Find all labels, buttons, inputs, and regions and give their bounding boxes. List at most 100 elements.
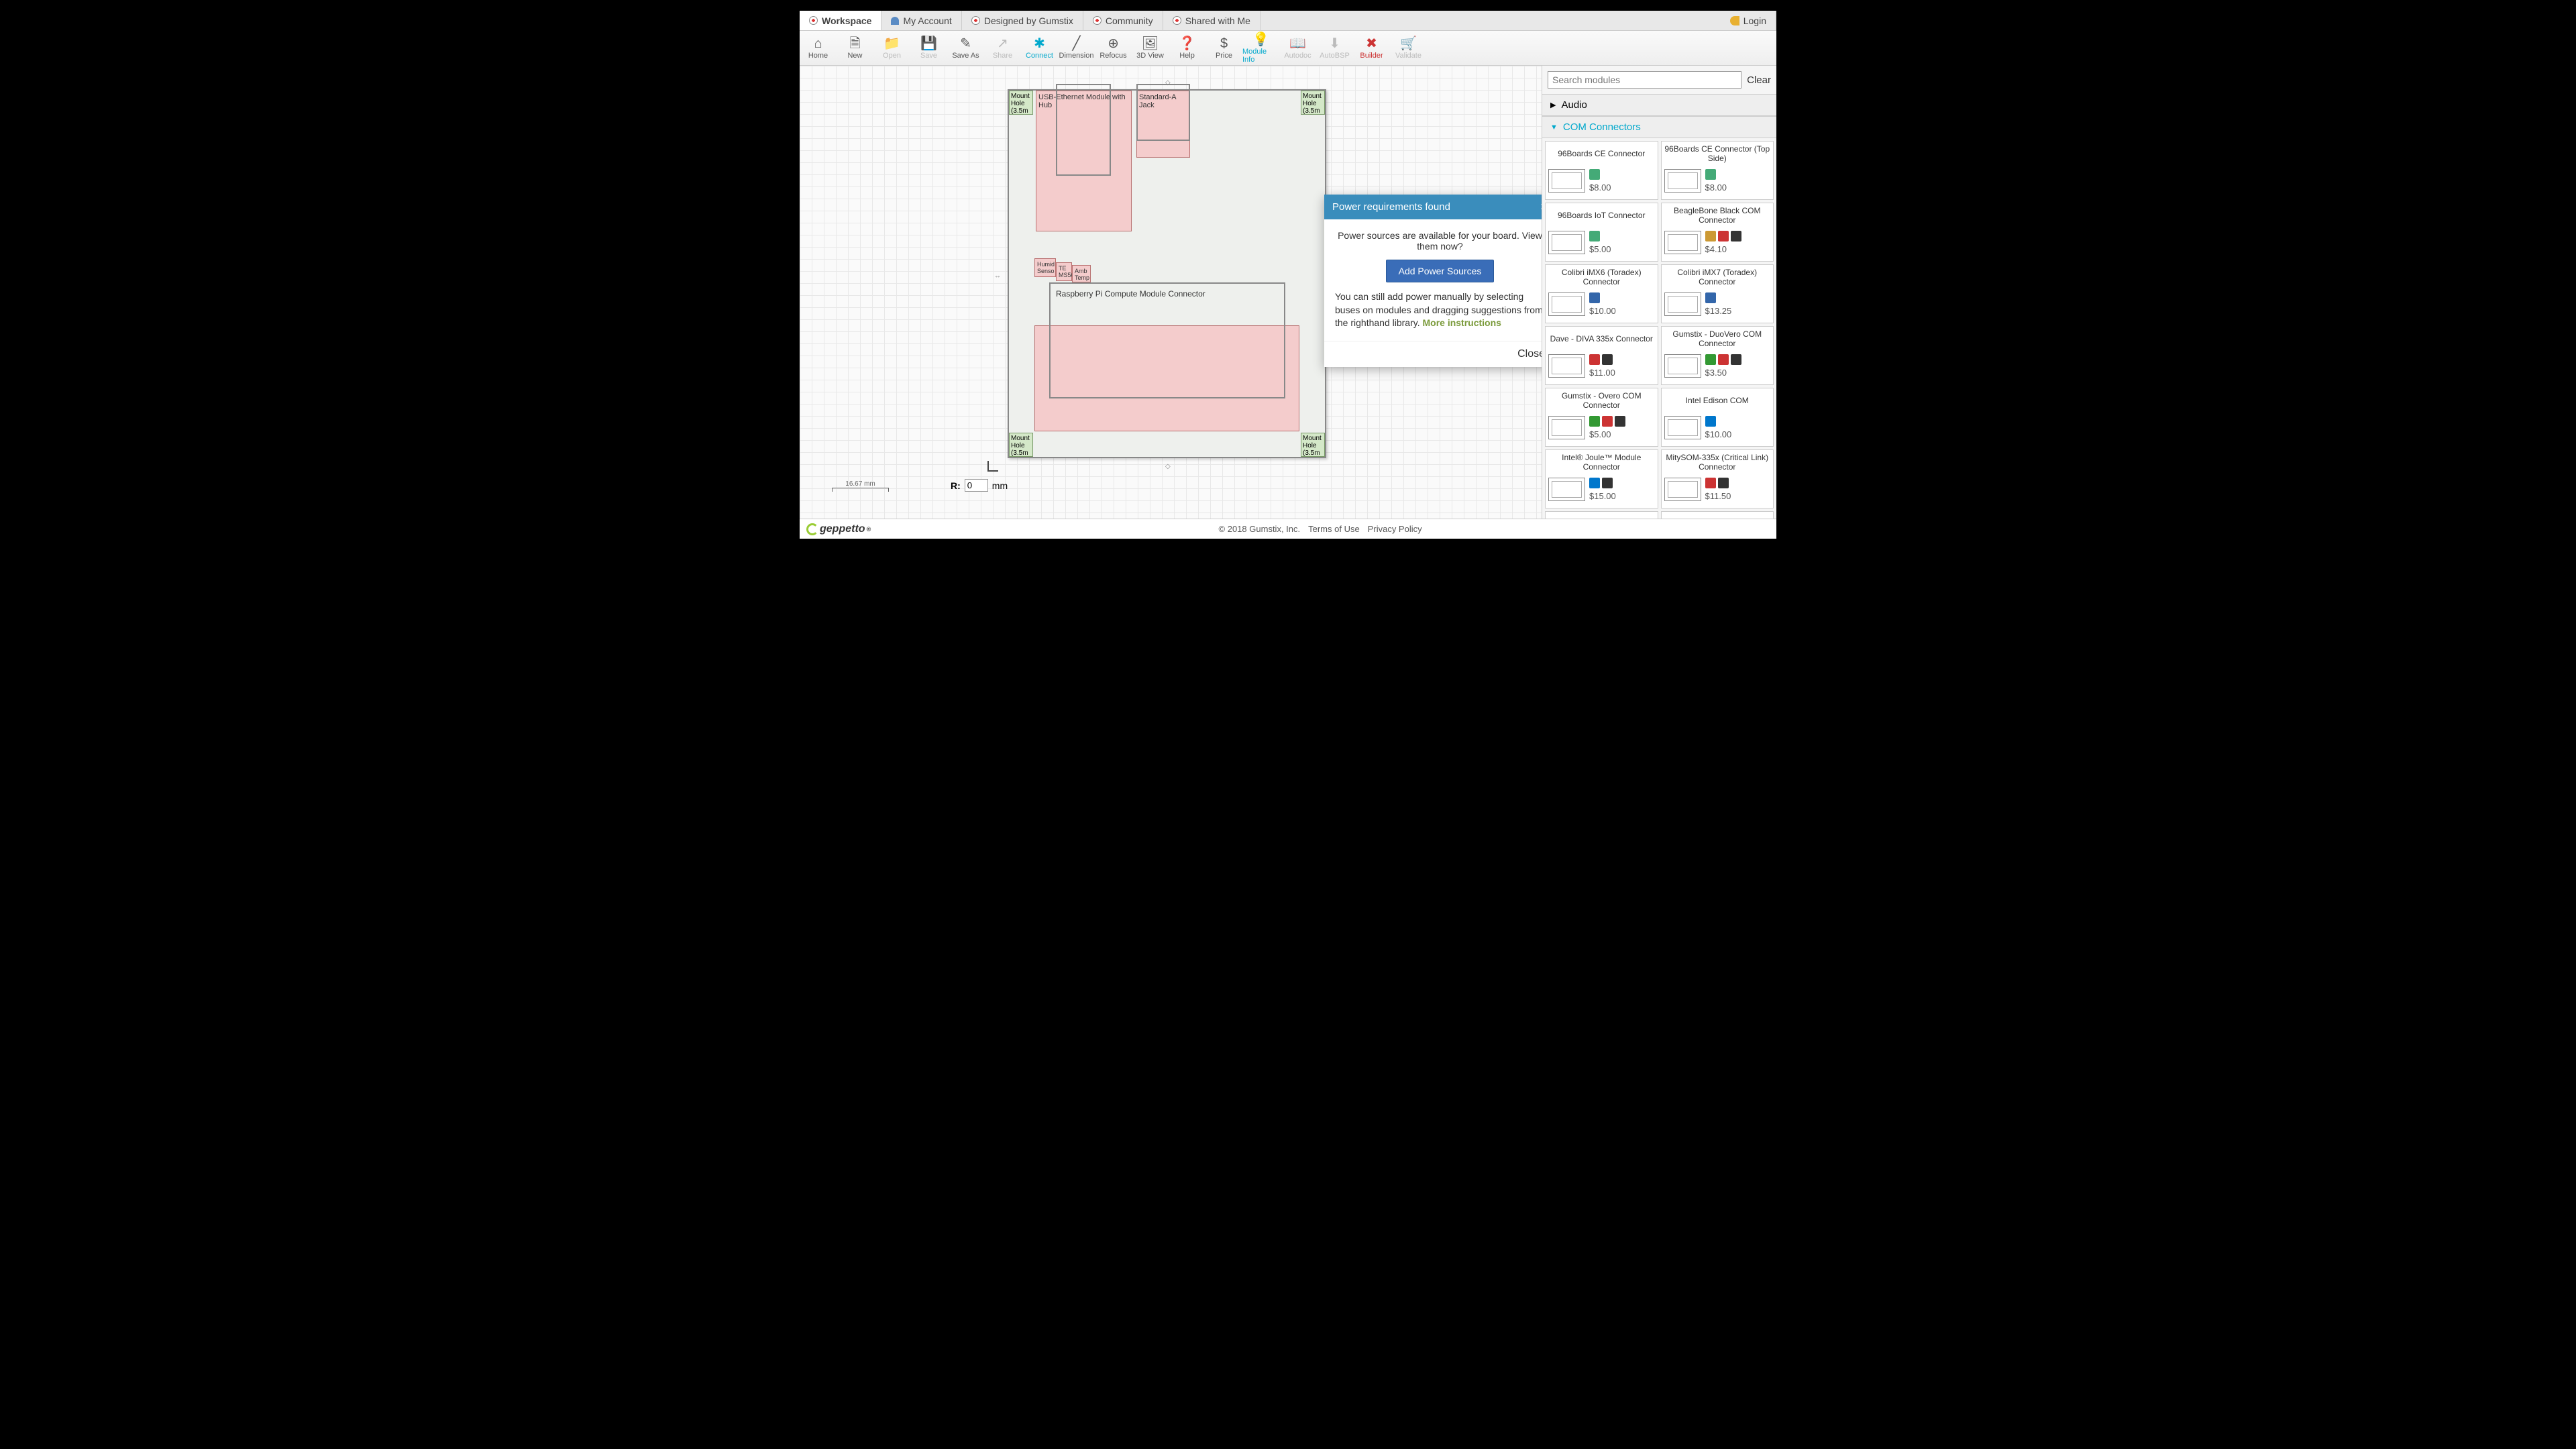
power-dialog: Power requirements found × Power sources… (1324, 195, 1542, 367)
module-card[interactable]: NVIDIA Jetson COM (1545, 511, 1658, 519)
save-button[interactable]: 💾Save (910, 34, 947, 62)
resize-handle-bottom[interactable]: ◇ (1165, 463, 1171, 470)
module-card[interactable]: MitySOM-335x (Critical Link) Connector $… (1661, 449, 1774, 508)
dimension-icon: ╱ (1072, 37, 1080, 50)
component-outline[interactable] (1056, 84, 1111, 176)
mount-hole-tl[interactable]: Mount Hole (3.5m (1009, 91, 1033, 115)
refocus-button[interactable]: ⊕Refocus (1095, 34, 1132, 62)
module-title: Colibri iMX6 (Toradex) Connector (1548, 268, 1655, 288)
vendor-logo-icon (1718, 354, 1729, 365)
open-button[interactable]: 📁Open (873, 34, 910, 62)
resize-handle-left[interactable]: ↔ (994, 272, 1001, 280)
dimension-button[interactable]: ╱Dimension (1058, 34, 1095, 62)
share-button[interactable]: ↗Share (984, 34, 1021, 62)
saveas-icon: ✎ (960, 37, 971, 50)
module-thumbnail (1664, 478, 1701, 501)
tab-label: Shared with Me (1185, 15, 1250, 26)
tab-designed[interactable]: Designed by Gumstix (962, 11, 1083, 30)
globe-icon (971, 16, 980, 25)
autobsp-button[interactable]: ⬇AutoBSP (1316, 34, 1353, 62)
module-card[interactable]: Dave - DIVA 335x Connector $11.00 (1545, 326, 1658, 385)
cart-icon: 🛒 (1400, 37, 1417, 50)
tab-login[interactable]: Login (1721, 11, 1776, 30)
r-unit: mm (992, 480, 1008, 491)
new-button[interactable]: 🗎New (837, 34, 873, 62)
angle-icon (987, 461, 998, 472)
saveas-button[interactable]: ✎Save As (947, 34, 984, 62)
component-outline[interactable] (1136, 84, 1190, 141)
module-card[interactable]: Gumstix - DuoVero COM Connector $3.50 (1661, 326, 1774, 385)
connect-icon: ✱ (1034, 37, 1045, 50)
moduleinfo-button[interactable]: 💡Module Info (1242, 34, 1279, 62)
module-card[interactable]: 96Boards IoT Connector $5.00 (1545, 203, 1658, 262)
module-card[interactable]: Gumstix - Overo COM Connector $5.00 (1545, 388, 1658, 447)
privacy-link[interactable]: Privacy Policy (1368, 524, 1422, 534)
add-power-button[interactable]: Add Power Sources (1386, 260, 1495, 282)
component-te[interactable]: TE MS56 (1056, 262, 1072, 281)
home-button[interactable]: ⌂Home (800, 34, 837, 62)
search-input[interactable] (1548, 71, 1741, 89)
bulb-icon: 💡 (1252, 33, 1269, 46)
tab-account[interactable]: My Account (881, 11, 961, 30)
module-card[interactable]: Intel® Joule™ Module Connector $15.00 (1545, 449, 1658, 508)
module-card[interactable]: Intel Edison COM $10.00 (1661, 388, 1774, 447)
module-title: PICO-IMX6 (1664, 515, 1771, 519)
module-card[interactable]: BeagleBone Black COM Connector $4.10 (1661, 203, 1774, 262)
vendor-logo-icon (1589, 231, 1600, 241)
vendor-logo-icon (1589, 354, 1600, 365)
download-icon: ⬇ (1329, 37, 1340, 50)
more-instructions-link[interactable]: More instructions (1422, 317, 1501, 328)
globe-icon (809, 16, 818, 25)
module-price: $3.50 (1705, 368, 1727, 378)
brand-logo[interactable]: geppetto® (806, 523, 871, 535)
tab-label: Designed by Gumstix (984, 15, 1073, 26)
close-icon[interactable]: × (1540, 200, 1542, 214)
canvas[interactable]: ◇ ↔ ◇ Mount Hole (3.5m Mount Hole (3.5m … (800, 66, 1542, 519)
price-button[interactable]: $Price (1205, 34, 1242, 62)
tab-label: Workspace (822, 15, 871, 26)
builder-button[interactable]: ✖Builder (1353, 34, 1390, 62)
vendor-logo-icon (1602, 478, 1613, 488)
board[interactable]: Mount Hole (3.5m Mount Hole (3.5m Mount … (1008, 89, 1326, 458)
clear-button[interactable]: Clear (1747, 74, 1771, 86)
module-title: Intel® Joule™ Module Connector (1548, 453, 1655, 473)
autodoc-button[interactable]: 📖Autodoc (1279, 34, 1316, 62)
share-icon: ↗ (997, 37, 1008, 50)
category-audio[interactable]: ▶Audio (1542, 94, 1776, 116)
dialog-text: You can still add power manually by sele… (1335, 290, 1542, 330)
validate-button[interactable]: 🛒Validate (1390, 34, 1427, 62)
book-icon: 📖 (1289, 37, 1306, 50)
person-icon (891, 17, 899, 25)
terms-link[interactable]: Terms of Use (1308, 524, 1360, 534)
module-card[interactable]: 96Boards CE Connector (Top Side) $8.00 (1661, 141, 1774, 200)
dialog-close-button[interactable]: Close (1517, 348, 1542, 360)
connect-button[interactable]: ✱Connect (1021, 34, 1058, 62)
tab-workspace[interactable]: Workspace (800, 11, 881, 30)
top-tabs: Workspace My Account Designed by Gumstix… (800, 11, 1776, 31)
vendor-logo-icon (1615, 416, 1625, 427)
r-input[interactable] (965, 479, 988, 492)
help-button[interactable]: ❓Help (1169, 34, 1205, 62)
category-com[interactable]: ▼COM Connectors (1542, 116, 1776, 138)
module-card[interactable]: PICO-IMX6 (1661, 511, 1774, 519)
mount-hole-bl[interactable]: Mount Hole (3.5m (1009, 433, 1033, 457)
module-card[interactable]: 96Boards CE Connector $8.00 (1545, 141, 1658, 200)
toolbar: ⌂Home 🗎New 📁Open 💾Save ✎Save As ↗Share ✱… (800, 31, 1776, 66)
component-humid[interactable]: Humid Senso (1034, 258, 1056, 277)
tab-shared[interactable]: Shared with Me (1163, 11, 1260, 30)
chevron-right-icon: ▶ (1550, 101, 1556, 109)
module-price: $8.00 (1705, 182, 1727, 193)
component-rpi[interactable]: Raspberry Pi Compute Module Connector (1049, 282, 1285, 398)
module-price: $8.00 (1589, 182, 1611, 193)
module-price: $11.50 (1705, 491, 1731, 501)
module-card[interactable]: Colibri iMX6 (Toradex) Connector $10.00 (1545, 264, 1658, 323)
mount-hole-tr[interactable]: Mount Hole (3.5m (1301, 91, 1325, 115)
3dview-button[interactable]: 🖼3D View (1132, 34, 1169, 62)
module-card[interactable]: Colibri iMX7 (Toradex) Connector $13.25 (1661, 264, 1774, 323)
tab-community[interactable]: Community (1083, 11, 1163, 30)
tools-icon: ✖ (1366, 37, 1377, 50)
dollar-icon: $ (1220, 37, 1228, 50)
mount-hole-br[interactable]: Mount Hole (3.5m (1301, 433, 1325, 457)
component-amb[interactable]: Amb Temp (1072, 265, 1091, 282)
module-thumbnail (1548, 416, 1585, 439)
